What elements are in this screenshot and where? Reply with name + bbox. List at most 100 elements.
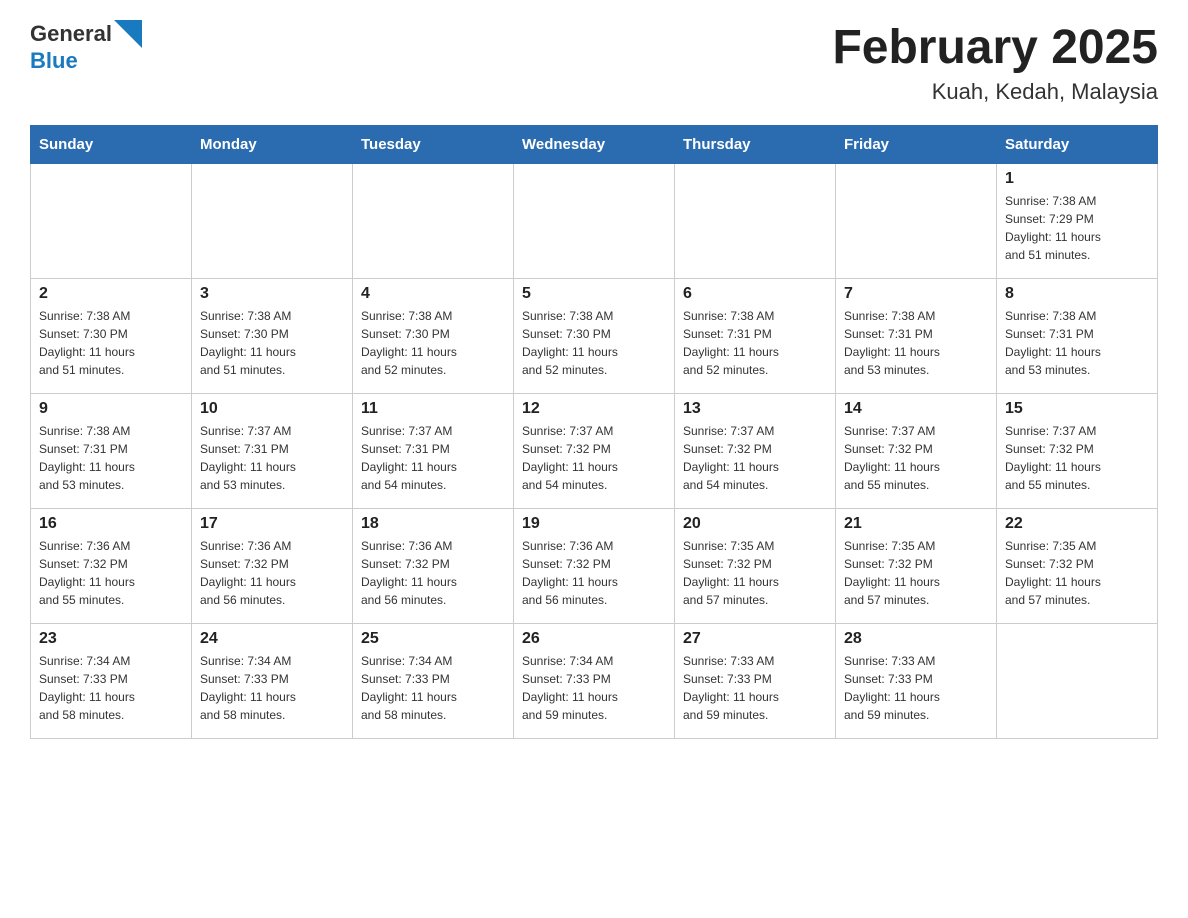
- day-info: Sunrise: 7:33 AMSunset: 7:33 PMDaylight:…: [683, 652, 827, 724]
- day-number: 2: [39, 285, 183, 303]
- calendar-cell: 28Sunrise: 7:33 AMSunset: 7:33 PMDayligh…: [836, 624, 997, 739]
- day-number: 18: [361, 515, 505, 533]
- day-info: Sunrise: 7:34 AMSunset: 7:33 PMDaylight:…: [361, 652, 505, 724]
- day-number: 1: [1005, 170, 1149, 188]
- day-number: 9: [39, 400, 183, 418]
- day-info: Sunrise: 7:36 AMSunset: 7:32 PMDaylight:…: [39, 537, 183, 609]
- calendar-cell: 27 Sunrise: 7:33 AMSunset: 7:33 PMDayligh…: [675, 624, 836, 739]
- calendar-cell: [836, 164, 997, 279]
- calendar-cell: 19 Sunrise: 7:36 AMSunset: 7:32 PMDayligh…: [514, 509, 675, 624]
- calendar-cell: 20 Sunrise: 7:35 AMSunset: 7:32 PMDayligh…: [675, 509, 836, 624]
- day-number: 15: [1005, 400, 1149, 418]
- day-number: 3: [200, 285, 344, 303]
- calendar-cell: 25 Sunrise: 7:34 AMSunset: 7:33 PMDayligh…: [353, 624, 514, 739]
- day-number: 7: [844, 285, 988, 303]
- calendar-cell: 22 Sunrise: 7:35 AMSunset: 7:32 PMDayligh…: [997, 509, 1158, 624]
- weekday-header-sunday: Sunday: [31, 126, 192, 164]
- weekday-header-tuesday: Tuesday: [353, 126, 514, 164]
- day-number: 19: [522, 515, 666, 533]
- day-number: 26: [522, 630, 666, 648]
- weekday-header-row: SundayMondayTuesdayWednesdayThursdayFrid…: [31, 126, 1158, 164]
- calendar-cell: 2 Sunrise: 7:38 AMSunset: 7:30 PMDaylight…: [31, 279, 192, 394]
- week-row-3: 9 Sunrise: 7:38 AMSunset: 7:31 PMDaylight…: [31, 394, 1158, 509]
- page-header: General Blue February 2025 Kuah, Kedah, …: [30, 20, 1158, 105]
- day-info: Sunrise: 7:38 AMSunset: 7:31 PMDaylight:…: [39, 422, 183, 494]
- week-row-1: 1 Sunrise: 7:38 AMSunset: 7:29 PMDaylight…: [31, 164, 1158, 279]
- calendar-cell: 14 Sunrise: 7:37 AMSunset: 7:32 PMDayligh…: [836, 394, 997, 509]
- calendar-cell: 4 Sunrise: 7:38 AMSunset: 7:30 PMDaylight…: [353, 279, 514, 394]
- day-info: Sunrise: 7:36 AMSunset: 7:32 PMDaylight:…: [200, 537, 344, 609]
- weekday-header-thursday: Thursday: [675, 126, 836, 164]
- calendar-cell: [353, 164, 514, 279]
- weekday-header-friday: Friday: [836, 126, 997, 164]
- calendar-cell: 8 Sunrise: 7:38 AMSunset: 7:31 PMDaylight…: [997, 279, 1158, 394]
- calendar-cell: 23Sunrise: 7:34 AMSunset: 7:33 PMDayligh…: [31, 624, 192, 739]
- weekday-header-saturday: Saturday: [997, 126, 1158, 164]
- weekday-header-monday: Monday: [192, 126, 353, 164]
- calendar-cell: 18 Sunrise: 7:36 AMSunset: 7:32 PMDayligh…: [353, 509, 514, 624]
- calendar-cell: [31, 164, 192, 279]
- day-number: 6: [683, 285, 827, 303]
- day-number: 21: [844, 515, 988, 533]
- day-info: Sunrise: 7:38 AMSunset: 7:30 PMDaylight:…: [361, 307, 505, 379]
- calendar-cell: 13Sunrise: 7:37 AMSunset: 7:32 PMDayligh…: [675, 394, 836, 509]
- day-number: 12: [522, 400, 666, 418]
- day-info: Sunrise: 7:38 AMSunset: 7:29 PMDaylight:…: [1005, 192, 1149, 264]
- calendar-cell: 3 Sunrise: 7:38 AMSunset: 7:30 PMDaylight…: [192, 279, 353, 394]
- calendar-cell: 9 Sunrise: 7:38 AMSunset: 7:31 PMDaylight…: [31, 394, 192, 509]
- day-info: Sunrise: 7:34 AMSunset: 7:33 PMDaylight:…: [522, 652, 666, 724]
- calendar-cell: 5 Sunrise: 7:38 AMSunset: 7:30 PMDaylight…: [514, 279, 675, 394]
- day-number: 8: [1005, 285, 1149, 303]
- calendar-cell: 16 Sunrise: 7:36 AMSunset: 7:32 PMDayligh…: [31, 509, 192, 624]
- calendar-cell: 7 Sunrise: 7:38 AMSunset: 7:31 PMDaylight…: [836, 279, 997, 394]
- day-number: 20: [683, 515, 827, 533]
- calendar-cell: 12Sunrise: 7:37 AMSunset: 7:32 PMDayligh…: [514, 394, 675, 509]
- calendar-cell: 10Sunrise: 7:37 AMSunset: 7:31 PMDayligh…: [192, 394, 353, 509]
- logo-icon: [114, 20, 142, 48]
- day-info: Sunrise: 7:37 AMSunset: 7:32 PMDaylight:…: [683, 422, 827, 494]
- day-info: Sunrise: 7:38 AMSunset: 7:31 PMDaylight:…: [683, 307, 827, 379]
- calendar-cell: 6 Sunrise: 7:38 AMSunset: 7:31 PMDaylight…: [675, 279, 836, 394]
- day-info: Sunrise: 7:37 AMSunset: 7:31 PMDaylight:…: [361, 422, 505, 494]
- day-info: Sunrise: 7:35 AMSunset: 7:32 PMDaylight:…: [683, 537, 827, 609]
- calendar-title: February 2025: [832, 20, 1158, 75]
- week-row-2: 2 Sunrise: 7:38 AMSunset: 7:30 PMDaylight…: [31, 279, 1158, 394]
- day-info: Sunrise: 7:38 AMSunset: 7:31 PMDaylight:…: [1005, 307, 1149, 379]
- day-info: Sunrise: 7:38 AMSunset: 7:30 PMDaylight:…: [522, 307, 666, 379]
- day-info: Sunrise: 7:35 AMSunset: 7:32 PMDaylight:…: [1005, 537, 1149, 609]
- day-info: Sunrise: 7:38 AMSunset: 7:30 PMDaylight:…: [200, 307, 344, 379]
- day-number: 10: [200, 400, 344, 418]
- week-row-5: 23Sunrise: 7:34 AMSunset: 7:33 PMDayligh…: [31, 624, 1158, 739]
- day-number: 4: [361, 285, 505, 303]
- day-info: Sunrise: 7:34 AMSunset: 7:33 PMDaylight:…: [200, 652, 344, 724]
- day-info: Sunrise: 7:37 AMSunset: 7:32 PMDaylight:…: [1005, 422, 1149, 494]
- day-number: 16: [39, 515, 183, 533]
- day-info: Sunrise: 7:36 AMSunset: 7:32 PMDaylight:…: [361, 537, 505, 609]
- week-row-4: 16 Sunrise: 7:36 AMSunset: 7:32 PMDayligh…: [31, 509, 1158, 624]
- calendar-cell: [192, 164, 353, 279]
- day-number: 27: [683, 630, 827, 648]
- calendar-cell: [675, 164, 836, 279]
- day-number: 14: [844, 400, 988, 418]
- calendar-cell: 11 Sunrise: 7:37 AMSunset: 7:31 PMDayligh…: [353, 394, 514, 509]
- logo-general-text: General: [30, 21, 112, 47]
- calendar-cell: [997, 624, 1158, 739]
- day-info: Sunrise: 7:38 AMSunset: 7:30 PMDaylight:…: [39, 307, 183, 379]
- day-number: 11: [361, 400, 505, 418]
- day-number: 24: [200, 630, 344, 648]
- day-number: 22: [1005, 515, 1149, 533]
- day-number: 5: [522, 285, 666, 303]
- day-info: Sunrise: 7:37 AMSunset: 7:32 PMDaylight:…: [844, 422, 988, 494]
- calendar-cell: 1 Sunrise: 7:38 AMSunset: 7:29 PMDaylight…: [997, 164, 1158, 279]
- title-section: February 2025 Kuah, Kedah, Malaysia: [832, 20, 1158, 105]
- logo: General Blue: [30, 20, 142, 74]
- day-info: Sunrise: 7:34 AMSunset: 7:33 PMDaylight:…: [39, 652, 183, 724]
- calendar-table: SundayMondayTuesdayWednesdayThursdayFrid…: [30, 125, 1158, 739]
- logo-blue-text: Blue: [30, 48, 78, 73]
- calendar-cell: 24 Sunrise: 7:34 AMSunset: 7:33 PMDayligh…: [192, 624, 353, 739]
- day-info: Sunrise: 7:33 AMSunset: 7:33 PMDaylight:…: [844, 652, 988, 724]
- day-info: Sunrise: 7:36 AMSunset: 7:32 PMDaylight:…: [522, 537, 666, 609]
- day-info: Sunrise: 7:38 AMSunset: 7:31 PMDaylight:…: [844, 307, 988, 379]
- day-number: 25: [361, 630, 505, 648]
- calendar-subtitle: Kuah, Kedah, Malaysia: [832, 79, 1158, 105]
